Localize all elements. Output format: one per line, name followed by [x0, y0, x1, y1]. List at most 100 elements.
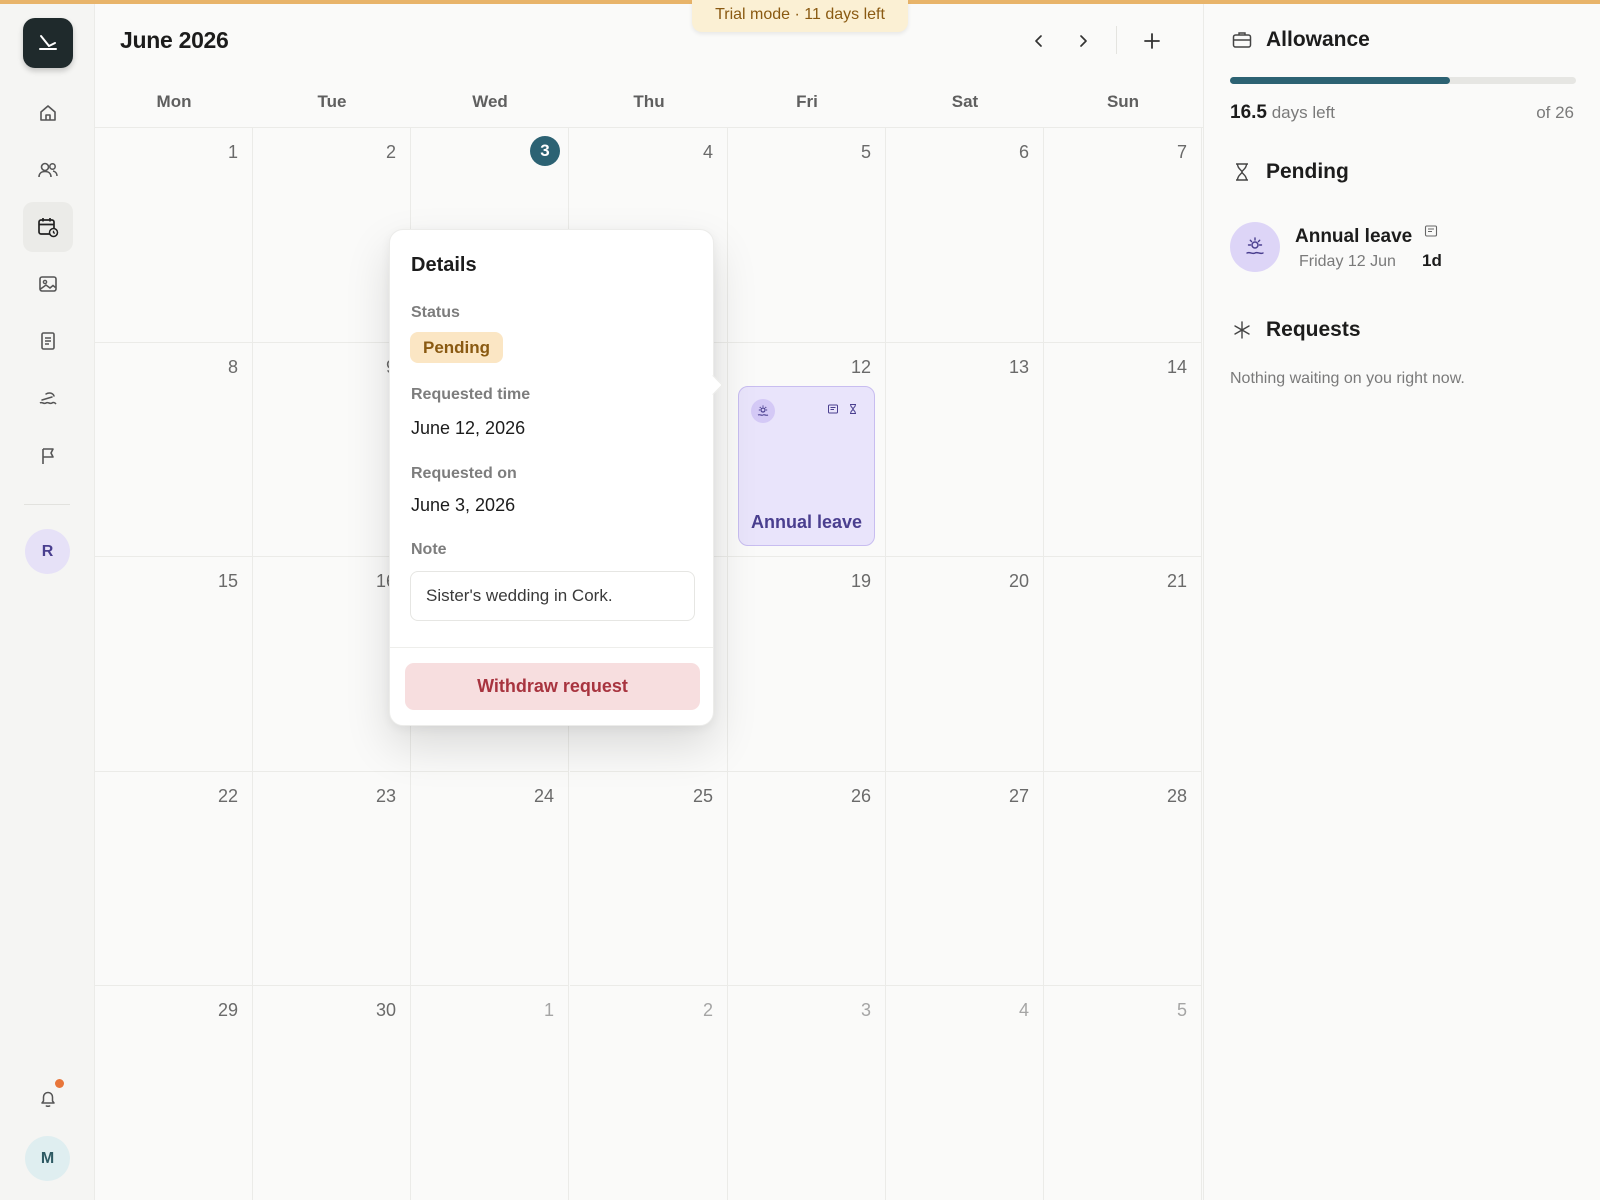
calendar-day-cell[interactable]: 29: [95, 986, 253, 1200]
sidebar-item-flags[interactable]: [23, 431, 73, 481]
day-number: 2: [702, 1000, 713, 1021]
hourglass-icon: [850, 404, 856, 414]
calendar-day-cell[interactable]: 20: [886, 557, 1044, 772]
sidebar-item-calendar[interactable]: [23, 202, 73, 252]
day-number: 21: [1166, 571, 1187, 592]
calendar-day-cell[interactable]: 8: [95, 342, 253, 558]
trial-banner[interactable]: Trial mode · 11 days left: [692, 0, 908, 32]
sidebar-item-people[interactable]: [23, 145, 73, 195]
document-icon: [41, 332, 55, 350]
weekday-header-sat: Sat: [951, 92, 979, 111]
calendar-day-cell[interactable]: 22: [95, 771, 253, 987]
day-number: 24: [533, 785, 554, 806]
sidebar: R M: [0, 0, 95, 1200]
day-number: 2: [385, 142, 396, 162]
calendar-day-cell[interactable]: 2: [253, 128, 411, 343]
pending-item-badge[interactable]: [1230, 222, 1280, 272]
pending-header: Pending: [1230, 160, 1349, 184]
calendar-day-cell[interactable]: 2: [570, 986, 728, 1200]
calendar-day-cell[interactable]: 27: [886, 771, 1044, 987]
people-icon: [38, 162, 58, 178]
allowance-total: of 26: [1536, 103, 1574, 122]
calendar-day-cell[interactable]: 13: [886, 342, 1044, 558]
weekday-header-mon: Mon: [156, 92, 192, 111]
plus-icon: [1144, 33, 1160, 49]
day-number: 28: [1166, 785, 1187, 806]
briefcase-icon: [1230, 28, 1254, 52]
calendar-day-cell[interactable]: 24: [411, 771, 569, 987]
calendar-day-cell[interactable]: 1: [411, 986, 569, 1200]
note-icon: [828, 404, 838, 414]
app-logo[interactable]: [23, 18, 73, 68]
popover-divider: [390, 647, 713, 648]
calendar-day-cell[interactable]: 5: [1044, 986, 1202, 1200]
day-number: 22: [217, 785, 238, 806]
note-field[interactable]: Sister's wedding in Cork.: [410, 571, 695, 621]
account-avatar[interactable]: M: [25, 1136, 70, 1181]
asterisk-icon: [1230, 318, 1254, 342]
requests-header: Requests: [1230, 318, 1361, 342]
calendar-day-cell[interactable]: 21: [1044, 557, 1202, 772]
day-number: 25: [692, 785, 713, 806]
calendar-day-cell[interactable]: 9: [253, 342, 411, 558]
prev-month-button[interactable]: [1022, 24, 1056, 58]
calendar-day-cell[interactable]: 3: [728, 986, 886, 1200]
sidebar-item-home[interactable]: [23, 88, 73, 138]
allowance-title: Allowance: [1266, 28, 1370, 51]
right-panel: Allowance 16.5 days left of 26 Pending A…: [1203, 0, 1600, 1200]
calendar-day-cell[interactable]: 28: [1044, 771, 1202, 987]
status-badge: Pending: [410, 332, 504, 363]
calendar-day-cell[interactable]: 6: [886, 128, 1044, 343]
today-day-number: 3: [530, 136, 560, 166]
day-number: 27: [1008, 785, 1029, 806]
calendar-day-cell[interactable]: 30: [253, 986, 411, 1200]
calendar-day-cell[interactable]: 16: [253, 557, 411, 772]
event-label: Annual leave: [751, 512, 863, 532]
sidebar-item-gallery[interactable]: [23, 259, 73, 309]
chevron-left-icon: [1035, 35, 1042, 47]
calendar-event-annual-leave[interactable]: Annual leave: [738, 386, 875, 546]
user-avatar[interactable]: R: [25, 529, 70, 574]
calendar-day-cell[interactable]: 15: [95, 557, 253, 772]
pending-title: Pending: [1266, 160, 1349, 183]
day-number: 13: [1008, 356, 1029, 377]
day-number: 15: [217, 571, 238, 592]
allowance-days-left: 16.5 days left: [1230, 102, 1335, 124]
logo-mark-icon: [39, 35, 57, 50]
day-number: 30: [375, 1000, 396, 1021]
calendar-day-cell[interactable]: 25: [570, 771, 728, 987]
allowance-progress-bar: [1230, 77, 1576, 84]
note-icon: [1424, 225, 1438, 237]
status-label: Status: [411, 304, 460, 321]
calendar-day-cell[interactable]: 4: [886, 986, 1044, 1200]
calendar-day-cell[interactable]: 19: [728, 557, 886, 772]
day-number: 7: [1176, 142, 1187, 162]
chevron-right-icon: [1080, 35, 1087, 47]
add-request-button[interactable]: [1135, 24, 1169, 58]
day-number: 8: [227, 356, 238, 377]
day-number: 5: [1176, 1000, 1187, 1021]
day-number: 6: [1018, 142, 1029, 162]
weekday-header-tue: Tue: [317, 92, 347, 111]
calendar-day-cell[interactable]: 1: [95, 128, 253, 343]
requested-on-label: Requested on: [411, 465, 517, 482]
calendar-day-cell[interactable]: 7: [1044, 128, 1202, 343]
calendar-day-cell[interactable]: 23: [253, 771, 411, 987]
calendar-day-cell[interactable]: 26: [728, 771, 886, 987]
calendar-day-cell[interactable]: 5: [728, 128, 886, 343]
next-month-button[interactable]: [1066, 24, 1100, 58]
sidebar-item-leave[interactable]: [23, 374, 73, 424]
days-left-value: 16.5: [1230, 102, 1267, 123]
requested-time-value: June 12, 2026: [411, 418, 526, 438]
withdraw-request-button[interactable]: Withdraw request: [405, 663, 700, 710]
month-title: June 2026: [120, 27, 229, 53]
calendar-day-cell[interactable]: 14: [1044, 342, 1202, 558]
allowance-progress-fill: [1230, 77, 1450, 84]
sidebar-item-documents[interactable]: [23, 316, 73, 366]
hourglass-icon: [1230, 160, 1254, 184]
home-icon: [40, 105, 56, 121]
day-number: 12: [850, 356, 871, 377]
pending-item-title[interactable]: Annual leave: [1295, 226, 1412, 248]
day-number: 1: [543, 1000, 554, 1021]
calendar-icon: [38, 218, 59, 238]
